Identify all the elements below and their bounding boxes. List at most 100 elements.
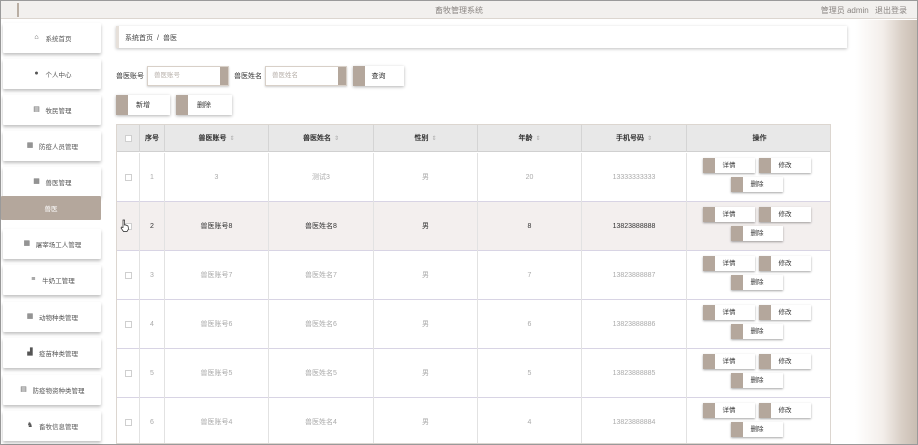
detail-button[interactable]: 详情 (703, 354, 755, 369)
header-age[interactable]: 年龄 ⇕ (478, 125, 582, 152)
input-accent (336, 67, 346, 85)
cell-phone: 13823888884 (582, 398, 687, 443)
sidebar-item-milk-workers[interactable]: ≡ 牛奶工管理 (3, 265, 101, 295)
cell-select (117, 300, 140, 349)
cell-name: 兽医姓名4 (269, 398, 374, 443)
header-gender[interactable]: 性别 ⇕ (374, 125, 478, 152)
row-delete-button[interactable]: 删除 (731, 226, 783, 241)
table-row[interactable]: 6 兽医账号4 兽医姓名4 男 4 13823888884 详情 修改 删除 (117, 398, 830, 443)
cell-name: 兽医姓名6 (269, 300, 374, 349)
table-row[interactable]: 5 兽医账号5 兽医姓名5 男 5 13823888885 详情 修改 删除 (117, 349, 830, 398)
sidebar-item-epidemic-staff[interactable]: ▦ 防疫人员管理 (3, 131, 101, 161)
row-delete-button[interactable]: 删除 (731, 373, 783, 388)
cell-age: 4 (478, 398, 582, 443)
cell-gender: 男 (374, 251, 478, 300)
header-label: 兽医账号 (198, 135, 227, 142)
button-accent (353, 66, 365, 86)
table-row[interactable]: 1 3 测试3 男 20 13333333333 详情 修改 删除 (117, 153, 830, 202)
cell-no: 1 (140, 153, 165, 202)
cell-no: 2 (140, 202, 165, 251)
row-delete-button[interactable]: 删除 (731, 422, 783, 437)
sidebar-item-supply-types[interactable]: ▤ 防疫物资种类管理 (3, 375, 101, 405)
sidebar-item-profile[interactable]: ● 个人中心 (3, 59, 101, 89)
clipboard-icon: ▤ (20, 386, 27, 393)
sidebar-item-animal-types[interactable]: ▦ 动物种类管理 (3, 302, 101, 332)
header-phone[interactable]: 手机号码 ⇕ (582, 125, 687, 152)
account-search-input[interactable]: 兽医账号 (147, 66, 229, 86)
cell-name: 兽医姓名5 (269, 349, 374, 398)
row-checkbox[interactable] (125, 419, 132, 426)
edit-button[interactable]: 修改 (759, 305, 811, 320)
query-label: 查询 (371, 73, 386, 80)
header-label: 性别 (414, 135, 429, 142)
cell-phone: 13333333333 (582, 153, 687, 202)
row-checkbox[interactable] (125, 174, 132, 181)
name-search-input[interactable]: 兽医姓名 (265, 66, 347, 86)
table-row[interactable]: 2 兽医账号8 兽医姓名8 男 8 13823888888 详情 修改 删除 (117, 202, 830, 251)
sidebar-item-vet-management[interactable]: ▦ 兽医管理 (3, 167, 101, 197)
cow-icon: ♞ (26, 422, 34, 429)
breadcrumb-home[interactable]: 系统首页 (125, 35, 153, 42)
header-account[interactable]: 兽医账号 ⇕ (165, 125, 269, 152)
row-checkbox[interactable] (125, 370, 132, 377)
table-row[interactable]: 3 兽医账号7 兽医姓名7 男 7 13823888887 详情 修改 删除 (117, 251, 830, 300)
sidebar-item-vaccine-types[interactable]: ▟ 疫苗种类管理 (3, 338, 101, 368)
sidebar-item-slaughter-workers[interactable]: ▦ 屠宰场工人管理 (3, 229, 101, 259)
edit-button-label: 修改 (778, 211, 792, 218)
sidebar-item-herders[interactable]: ▤ 牧民管理 (3, 95, 101, 125)
batch-delete-button[interactable]: 删除 (176, 95, 232, 115)
cell-name: 测试3 (269, 153, 374, 202)
button-accent (731, 324, 743, 339)
detail-button[interactable]: 详情 (703, 403, 755, 418)
row-delete-button-label: 删除 (750, 279, 764, 286)
row-checkbox[interactable] (125, 272, 132, 279)
cell-account: 兽医账号5 (165, 349, 269, 398)
detail-button[interactable]: 详情 (703, 158, 755, 173)
query-button[interactable]: 查询 (353, 66, 404, 86)
edit-button[interactable]: 修改 (759, 403, 811, 418)
sidebar-item-label: 屠宰场工人管理 (35, 242, 82, 249)
edit-button-label: 修改 (778, 260, 792, 267)
detail-button[interactable]: 详情 (703, 207, 755, 222)
detail-button-label: 详情 (722, 407, 736, 414)
select-all-checkbox[interactable] (125, 135, 132, 142)
clipboard-icon: ▤ (33, 106, 40, 113)
user-area: 管理员 admin 退出登录 (817, 5, 907, 16)
header-name[interactable]: 兽医姓名 ⇕ (269, 125, 374, 152)
edit-button[interactable]: 修改 (759, 158, 811, 173)
sort-icon: ⇕ (646, 136, 653, 142)
cell-age: 20 (478, 153, 582, 202)
sidebar-item-livestock-info[interactable]: ♞ 畜牧信息管理 (3, 411, 101, 441)
cell-actions: 详情 修改删除 (687, 300, 830, 349)
row-delete-button[interactable]: 删除 (731, 275, 783, 290)
row-checkbox[interactable] (125, 321, 132, 328)
cell-gender: 男 (374, 300, 478, 349)
cell-no: 6 (140, 398, 165, 443)
detail-button[interactable]: 详情 (703, 256, 755, 271)
row-delete-button-label: 删除 (750, 328, 764, 335)
button-accent (759, 305, 771, 320)
detail-button[interactable]: 详情 (703, 305, 755, 320)
table-row[interactable]: 4 兽医账号6 兽医姓名6 男 6 13823888886 详情 修改 删除 (117, 300, 830, 349)
chart-icon: ▟ (27, 349, 33, 356)
right-decoration (855, 20, 917, 444)
edit-button-label: 修改 (778, 407, 792, 414)
breadcrumb-separator: / (157, 35, 159, 42)
edit-button[interactable]: 修改 (759, 354, 811, 369)
logout-link[interactable]: 退出登录 (875, 6, 907, 15)
add-button[interactable]: 新增 (116, 95, 170, 115)
edit-button[interactable]: 修改 (759, 207, 811, 222)
row-delete-button[interactable]: 删除 (731, 177, 783, 192)
sidebar-item-home[interactable]: ⌂ 系统首页 (3, 23, 101, 53)
sidebar-item-label: 疫苗种类管理 (39, 351, 78, 358)
button-accent (731, 422, 743, 437)
edit-button[interactable]: 修改 (759, 256, 811, 271)
button-accent (176, 95, 188, 115)
breadcrumb: 系统首页 / 兽医 (116, 26, 847, 48)
row-delete-button[interactable]: 删除 (731, 324, 783, 339)
account-placeholder: 兽医账号 (154, 72, 180, 79)
header-no[interactable]: 序号 (140, 125, 165, 152)
cell-age: 7 (478, 251, 582, 300)
sidebar-item-vet[interactable]: 兽医 (1, 196, 101, 220)
cell-gender: 男 (374, 398, 478, 443)
